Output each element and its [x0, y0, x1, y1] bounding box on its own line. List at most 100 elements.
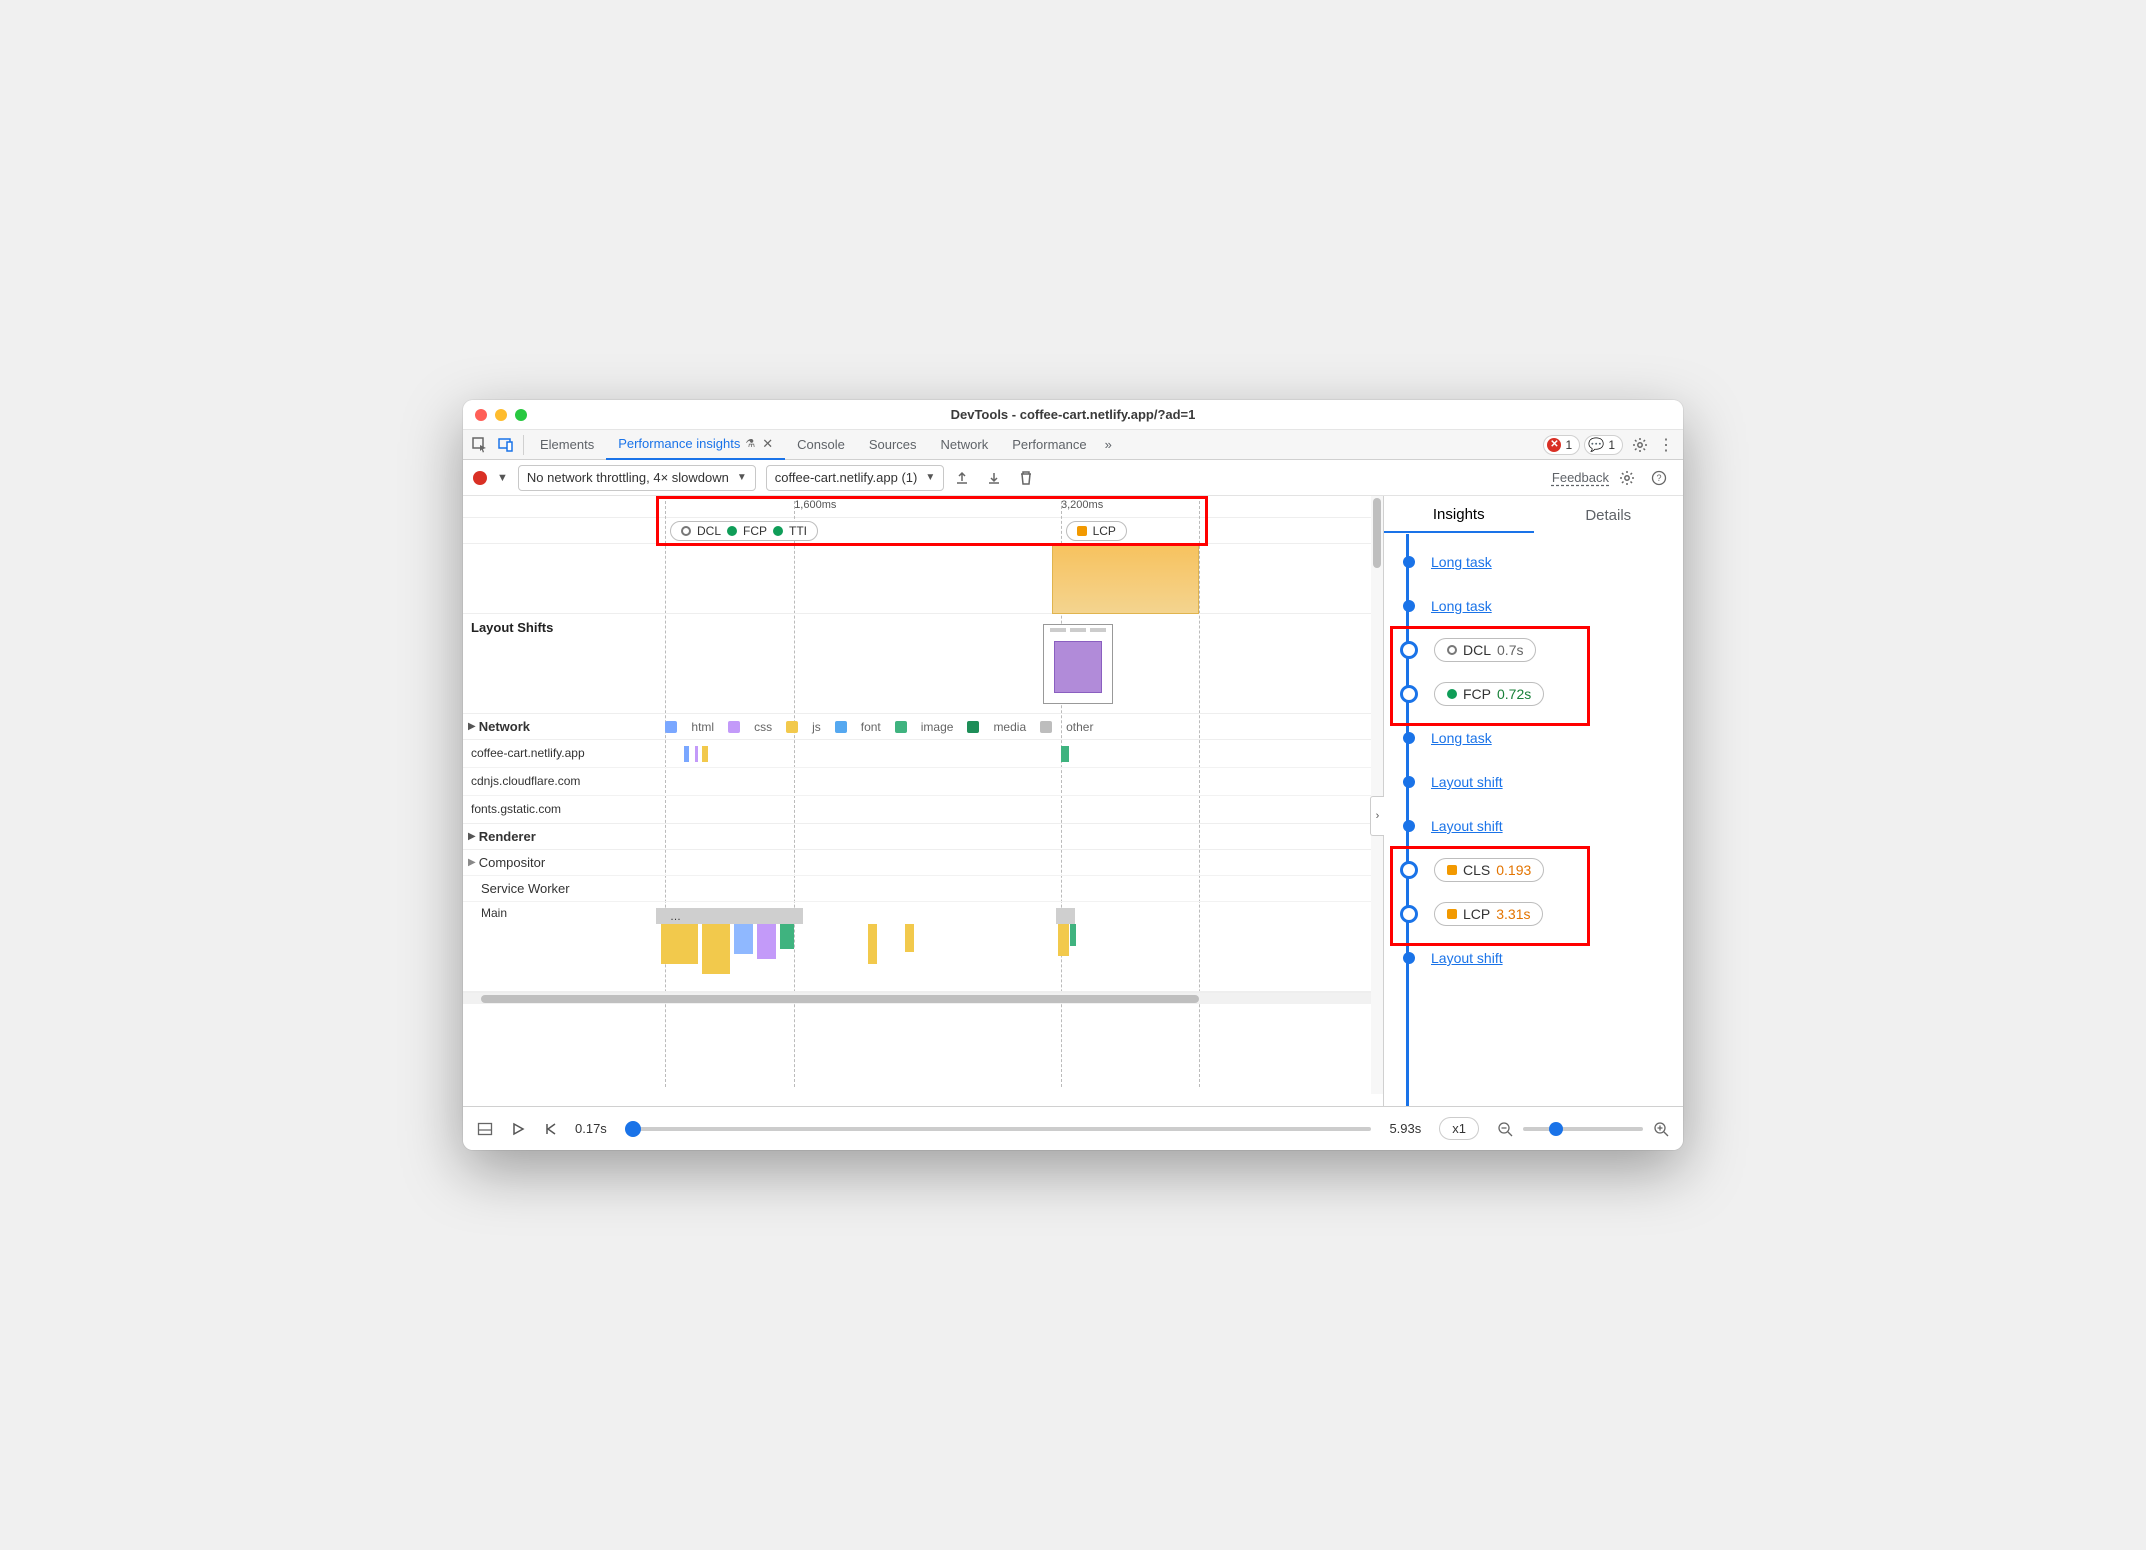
- network-row[interactable]: coffee-cart.netlify.app: [463, 740, 1383, 768]
- insight-metric[interactable]: CLS 0.193: [1408, 848, 1673, 892]
- expand-icon[interactable]: ▶: [468, 831, 476, 842]
- section-label: Renderer: [479, 829, 536, 844]
- insight-item[interactable]: Layout shift: [1408, 760, 1673, 804]
- insight-link[interactable]: Layout shift: [1431, 818, 1503, 834]
- rewind-icon[interactable]: [543, 1122, 557, 1136]
- horizontal-scrollbar[interactable]: [463, 992, 1383, 1004]
- marker-pill[interactable]: DCL FCP TTI: [670, 521, 818, 541]
- insight-item[interactable]: Long task: [1408, 584, 1673, 628]
- insight-metric[interactable]: FCP 0.72s: [1408, 672, 1673, 716]
- marker-label: FCP: [743, 524, 767, 538]
- expand-icon[interactable]: ▶: [468, 721, 476, 732]
- page-select[interactable]: coffee-cart.netlify.app (1) ▼: [766, 465, 945, 491]
- tab-performance-insights[interactable]: Performance insights ⚗︎ ✕: [606, 430, 785, 460]
- bar: [1061, 746, 1069, 762]
- dot-icon: [773, 526, 783, 536]
- divider: [523, 435, 524, 455]
- import-icon[interactable]: [986, 470, 1008, 486]
- chevron-right-icon: »: [1105, 437, 1112, 452]
- bar: [695, 746, 698, 762]
- time-ruler[interactable]: 1,600ms 3,200ms: [463, 496, 1383, 518]
- tab-performance[interactable]: Performance: [1000, 430, 1098, 460]
- tick: 1,600ms: [794, 499, 836, 511]
- legend-swatch: [895, 721, 907, 733]
- playback-slider[interactable]: [625, 1127, 1372, 1131]
- settings-icon[interactable]: [1627, 432, 1653, 458]
- insight-link[interactable]: Long task: [1431, 730, 1492, 746]
- marker-label: TTI: [789, 524, 807, 538]
- close-tab-icon[interactable]: ✕: [762, 436, 773, 452]
- right-tabs: Insights Details: [1384, 496, 1683, 534]
- timeline-node-icon: [1403, 952, 1415, 964]
- insights-list[interactable]: Long task Long task DCL 0.7s FCP 0.72s L…: [1384, 534, 1683, 1106]
- marker-pill[interactable]: LCP: [1066, 521, 1127, 541]
- chevron-down-icon: ▼: [737, 472, 747, 483]
- tab-details[interactable]: Details: [1534, 499, 1684, 532]
- svg-text:?: ?: [1656, 473, 1661, 483]
- insights-toolbar: ▼ No network throttling, 4× slowdown ▼ c…: [463, 460, 1683, 496]
- flame-bar: [905, 924, 914, 952]
- insight-item[interactable]: Long task: [1408, 540, 1673, 584]
- more-icon[interactable]: ⋮: [1653, 432, 1679, 458]
- record-button[interactable]: [473, 471, 487, 485]
- minimize-window[interactable]: [495, 409, 507, 421]
- compositor-row[interactable]: ▶ Compositor: [463, 850, 1383, 876]
- filmstrip[interactable]: [463, 544, 1383, 614]
- insight-link[interactable]: Layout shift: [1431, 774, 1503, 790]
- insight-link[interactable]: Long task: [1431, 598, 1492, 614]
- main-thread-row[interactable]: Main …: [463, 902, 1383, 992]
- expand-icon[interactable]: ▶: [468, 857, 476, 868]
- panel-collapse-button[interactable]: ›: [1370, 796, 1384, 836]
- help-icon[interactable]: ?: [1651, 470, 1673, 486]
- insight-link[interactable]: Layout shift: [1431, 950, 1503, 966]
- tab-insights[interactable]: Insights: [1384, 498, 1534, 533]
- network-header[interactable]: ▶ Network html css js font image media o…: [463, 714, 1383, 740]
- row-label: Compositor: [479, 855, 545, 870]
- tab-console[interactable]: Console: [785, 430, 857, 460]
- insight-metric[interactable]: DCL 0.7s: [1408, 628, 1673, 672]
- zoom-slider[interactable]: [1523, 1127, 1643, 1131]
- speed-pill[interactable]: x1: [1439, 1117, 1479, 1140]
- layout-shifts-track[interactable]: Layout Shifts: [463, 614, 1383, 714]
- throttling-select[interactable]: No network throttling, 4× slowdown ▼: [518, 465, 756, 491]
- tab-network[interactable]: Network: [929, 430, 1001, 460]
- show-console-icon[interactable]: [477, 1121, 493, 1137]
- service-worker-row[interactable]: Service Worker: [463, 876, 1383, 902]
- zoom-window[interactable]: [515, 409, 527, 421]
- timing-markers: DCL FCP TTI LCP: [463, 518, 1383, 544]
- message-count-badge[interactable]: 💬 1: [1584, 435, 1623, 455]
- close-window[interactable]: [475, 409, 487, 421]
- tab-sources[interactable]: Sources: [857, 430, 929, 460]
- insight-metric[interactable]: LCP 3.31s: [1408, 892, 1673, 936]
- zoom-out-icon[interactable]: [1497, 1121, 1513, 1137]
- insight-item[interactable]: Layout shift: [1408, 804, 1673, 848]
- device-toggle-icon[interactable]: [493, 432, 519, 458]
- renderer-header[interactable]: ▶ Renderer: [463, 824, 1383, 850]
- play-icon[interactable]: [511, 1122, 525, 1136]
- metric-name: FCP: [1463, 686, 1491, 702]
- square-icon: [1447, 909, 1457, 919]
- titlebar: DevTools - coffee-cart.netlify.app/?ad=1: [463, 400, 1683, 430]
- devtools-window: DevTools - coffee-cart.netlify.app/?ad=1…: [463, 400, 1683, 1150]
- task-overflow-label: …: [670, 911, 681, 923]
- insight-item[interactable]: Long task: [1408, 716, 1673, 760]
- insight-link[interactable]: Long task: [1431, 554, 1492, 570]
- tab-elements[interactable]: Elements: [528, 430, 606, 460]
- metric-value: 0.193: [1496, 862, 1531, 878]
- layout-shift-thumb[interactable]: [1043, 624, 1113, 704]
- insight-item[interactable]: Layout shift: [1408, 936, 1673, 980]
- vertical-scrollbar[interactable]: [1371, 496, 1383, 1094]
- network-row[interactable]: cdnjs.cloudflare.com: [463, 768, 1383, 796]
- zoom-in-icon[interactable]: [1653, 1121, 1669, 1137]
- feedback-link[interactable]: Feedback: [1552, 470, 1609, 485]
- delete-icon[interactable]: [1018, 470, 1040, 486]
- error-count-badge[interactable]: ✕ 1: [1543, 435, 1580, 455]
- export-icon[interactable]: [954, 470, 976, 486]
- inspect-icon[interactable]: [467, 432, 493, 458]
- record-menu-chevron-icon[interactable]: ▼: [497, 472, 508, 484]
- legend-swatch: [786, 721, 798, 733]
- square-icon: [1447, 865, 1457, 875]
- network-row[interactable]: fonts.gstatic.com: [463, 796, 1383, 824]
- tabs-overflow[interactable]: »: [1099, 430, 1118, 460]
- panel-settings-icon[interactable]: [1619, 470, 1641, 486]
